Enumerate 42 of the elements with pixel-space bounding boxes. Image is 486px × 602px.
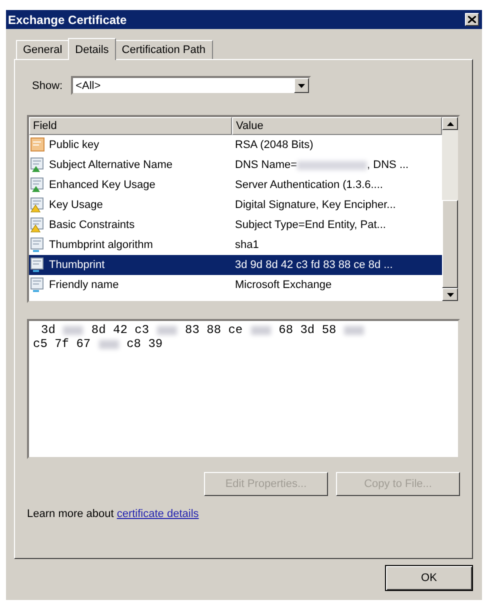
learn-more-text: Learn more about bbox=[27, 508, 114, 520]
field-name: Thumbprint bbox=[49, 259, 105, 271]
field-name: Thumbprint algorithm bbox=[49, 239, 153, 251]
window-title: Exchange Certificate bbox=[8, 12, 127, 26]
list-row[interactable]: Key Usage Digital Signature, Key Encipher... bbox=[29, 195, 442, 215]
field-name: Friendly name bbox=[49, 279, 119, 291]
tab[interactable]: General bbox=[16, 40, 70, 59]
field-name: Subject Alternative Name bbox=[49, 159, 173, 171]
details-link[interactable]: certificate details bbox=[116, 508, 199, 520]
show-dropdown[interactable]: <All> bbox=[70, 76, 311, 95]
list-row[interactable]: Thumbprint algorithm sha1 bbox=[29, 235, 442, 255]
field-value: RSA (2048 Bits) bbox=[234, 139, 314, 151]
tab[interactable]: Details bbox=[68, 38, 116, 60]
list-row[interactable]: Thumbprint 3d 9d 8d 42 c3 fd 83 88 ce 8d ... bbox=[29, 255, 442, 275]
list-row[interactable]: Subject Alternative Name DNS Name= , DNS ... bbox=[29, 155, 442, 175]
field-value: Subject Type=End Entity, Pat... bbox=[234, 219, 387, 231]
hex-text: c5 7f 67 bbox=[33, 337, 91, 351]
hex-text: 83 88 ce bbox=[185, 323, 243, 337]
hex-text: 3d bbox=[41, 323, 56, 337]
field-value: Microsoft Exchange bbox=[234, 279, 333, 291]
hex-text: 8d 42 c3 bbox=[91, 323, 150, 337]
show-label: Show: bbox=[32, 80, 63, 92]
list-row[interactable]: Friendly name Microsoft Exchange bbox=[29, 275, 442, 295]
field-name: Enhanced Key Usage bbox=[49, 179, 156, 191]
ok-button[interactable]: OK bbox=[385, 565, 473, 591]
column-header[interactable]: Value bbox=[232, 117, 442, 135]
field-value: 3d 9d 8d 42 c3 fd 83 88 ce 8d ... bbox=[234, 259, 394, 271]
field-value: sha1 bbox=[234, 239, 260, 251]
column-header[interactable]: Field bbox=[29, 117, 232, 135]
field-name: Public key bbox=[49, 139, 100, 151]
field-value: DNS Name= , DNS ... bbox=[234, 159, 410, 171]
tab[interactable]: Certification Path bbox=[114, 40, 213, 59]
field-value: Digital Signature, Key Encipher... bbox=[234, 199, 397, 211]
field-name: Basic Constraints bbox=[49, 219, 135, 231]
list-row[interactable]: Enhanced Key Usage Server Authentication (1.3.6.... bbox=[29, 175, 442, 195]
field-name: Key Usage bbox=[49, 199, 103, 211]
list-row[interactable]: Basic Constraints Subject Type=End Entity, Pat... bbox=[29, 215, 442, 235]
hex-text: c8 39 bbox=[126, 337, 163, 351]
hex-text: 68 3d 58 bbox=[278, 323, 336, 337]
field-value: Server Authentication (1.3.6.... bbox=[234, 179, 384, 191]
list-row[interactable]: Public key RSA (2048 Bits) bbox=[29, 135, 442, 155]
value-text-box[interactable]: 3d 8d 42 c3 83 88 ce 68 3d 58 c5 7f 67 c8 39 bbox=[27, 319, 460, 459]
